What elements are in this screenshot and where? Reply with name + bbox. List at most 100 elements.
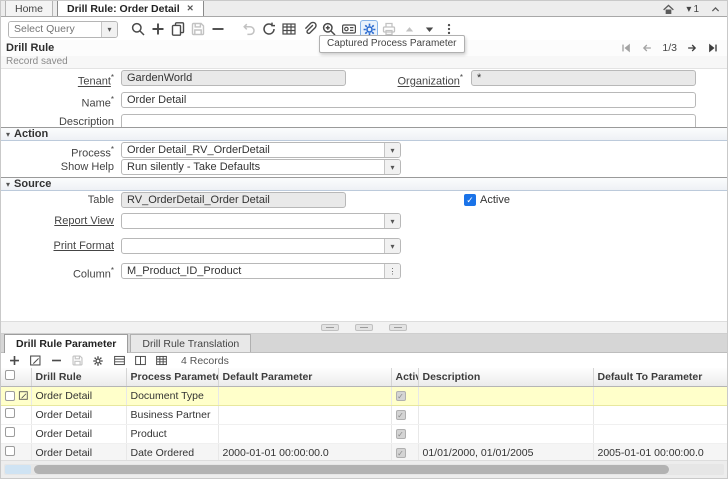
tenant-label[interactable]: Tenant* [1, 70, 114, 90]
record-count: 4 Records [181, 355, 229, 367]
active-cell-checkbox: ✓ [396, 429, 406, 439]
table-label: Table [1, 192, 114, 208]
section-source[interactable]: ▾ Source [1, 177, 727, 191]
tab-drill-rule-order-detail[interactable]: Drill Rule: Order Detail ✕ [57, 0, 204, 16]
grid-row-3[interactable]: Order Detail Product ✓ [1, 424, 728, 443]
detail-save-icon[interactable] [70, 354, 84, 368]
tab-home[interactable]: Home [5, 0, 53, 16]
show-help-dropdown-button[interactable]: ▾ [384, 160, 400, 174]
new-record-icon[interactable] [149, 20, 167, 38]
detail-process-gear-icon[interactable] [91, 354, 105, 368]
print-format-dropdown-button[interactable]: ▾ [384, 239, 400, 253]
section-collapse-icon: ▾ [6, 180, 10, 189]
save-record-icon[interactable] [189, 20, 207, 38]
select-query-dropdown-button[interactable]: ▾ [101, 22, 117, 37]
attachment-icon[interactable] [300, 20, 318, 38]
detail-split-view-icon[interactable] [133, 354, 147, 368]
previous-record-icon[interactable] [641, 42, 653, 54]
next-record-icon[interactable] [686, 42, 698, 54]
col-process-parameter[interactable]: Process Parameter [126, 368, 218, 386]
detail-tab-strip: Drill Rule Parameter Drill Rule Translat… [1, 334, 727, 353]
tab-drill-rule-translation[interactable]: Drill Rule Translation [130, 334, 251, 352]
parameter-grid: Drill Rule Process Parameter Default Par… [1, 368, 728, 463]
grid-row-2[interactable]: Order Detail Business Partner ✓ [1, 405, 728, 424]
active-checkbox-wrap: ✓ Active [464, 192, 510, 208]
grid-toggle-icon[interactable] [280, 20, 298, 38]
show-help-label: Show Help [1, 159, 114, 175]
row-checkbox[interactable] [5, 427, 15, 437]
desktop-selector[interactable]: ▾ 1 [686, 4, 699, 15]
tab-drill-rule-parameter[interactable]: Drill Rule Parameter [4, 334, 128, 353]
print-format-dropdown[interactable]: ▾ [121, 238, 401, 254]
active-checkbox[interactable]: ✓ [464, 194, 476, 206]
last-record-icon[interactable] [707, 42, 719, 54]
show-help-dropdown[interactable]: Run silently - Take Defaults ▾ [121, 159, 401, 175]
active-cell-checkbox: ✓ [396, 448, 406, 458]
window-tab-bar: Home Drill Rule: Order Detail ✕ ▾ 1 [1, 1, 727, 17]
print-format-label[interactable]: Print Format [1, 238, 114, 254]
organization-label[interactable]: Organization* [331, 70, 463, 90]
grid-row-1[interactable]: Order Detail Document Type ✓ [1, 386, 728, 405]
select-all-checkbox[interactable] [5, 370, 15, 380]
splitter-drag-handle[interactable] [355, 324, 373, 331]
status-message: Record saved [1, 56, 727, 69]
first-record-icon[interactable] [620, 42, 632, 54]
splitter-collapse-up-handle[interactable] [321, 324, 339, 331]
tooltip-captured-process-parameter: Captured Process Parameter [319, 35, 465, 53]
column-label: Column* [1, 263, 114, 283]
find-record-icon[interactable] [129, 20, 147, 38]
active-cell-checkbox: ✓ [396, 410, 406, 420]
select-query-input[interactable] [9, 22, 101, 37]
splitter-collapse-down-handle[interactable] [389, 324, 407, 331]
col-drill-rule[interactable]: Drill Rule [31, 368, 126, 386]
detail-new-icon[interactable] [7, 354, 21, 368]
col-default-parameter[interactable]: Default Parameter [218, 368, 391, 386]
row-checkbox[interactable] [5, 391, 15, 401]
section-collapse-icon: ▾ [6, 130, 10, 139]
application-window: Home Drill Rule: Order Detail ✕ ▾ 1 ▾ [0, 0, 728, 479]
delete-record-icon[interactable] [209, 20, 227, 38]
report-view-dropdown-button[interactable]: ▾ [384, 214, 400, 228]
detail-delete-icon[interactable] [49, 354, 63, 368]
col-default-to-parameter[interactable]: Default To Parameter [593, 368, 728, 386]
report-view-label[interactable]: Report View [1, 213, 114, 229]
undo-icon[interactable] [240, 20, 258, 38]
pane-splitter[interactable] [1, 321, 727, 334]
name-field[interactable] [121, 92, 696, 108]
record-navigation: 1/3 [620, 40, 719, 56]
col-active[interactable]: Active [391, 368, 418, 386]
table-field[interactable]: RV_OrderDetail_Order Detail [121, 192, 346, 208]
grid-hscrollbar-track[interactable] [4, 464, 724, 475]
row-edit-icon[interactable] [18, 390, 29, 401]
row-checkbox[interactable] [5, 408, 15, 418]
home-icon[interactable] [662, 3, 675, 16]
column-field[interactable]: M_Product_ID_Product ⋮ [121, 263, 401, 279]
detail-grid-view-icon[interactable] [154, 354, 168, 368]
desktop-count: 1 [693, 4, 699, 15]
process-dropdown[interactable]: Order Detail_RV_OrderDetail ▾ [121, 142, 401, 158]
process-dropdown-button[interactable]: ▾ [384, 143, 400, 157]
column-more-button[interactable]: ⋮ [384, 264, 400, 278]
report-view-dropdown[interactable]: ▾ [121, 213, 401, 229]
copy-record-icon[interactable] [169, 20, 187, 38]
col-description[interactable]: Description [418, 368, 593, 386]
page-title: Drill Rule [6, 42, 54, 54]
organization-field[interactable]: * [471, 70, 696, 86]
section-action[interactable]: ▾ Action [1, 127, 727, 141]
tab-home-label: Home [15, 3, 43, 15]
refresh-icon[interactable] [260, 20, 278, 38]
detail-list-view-icon[interactable] [112, 354, 126, 368]
select-all-header[interactable] [1, 368, 31, 386]
grid-hscrollbar-area [1, 460, 727, 478]
select-query-combo[interactable]: ▾ [8, 21, 118, 38]
grid-hscrollbar-thumb[interactable] [34, 465, 669, 474]
caret-down-icon: ▾ [686, 4, 691, 15]
collapse-header-icon[interactable] [710, 4, 721, 15]
tenant-field[interactable]: GardenWorld [121, 70, 346, 86]
window-controls: ▾ 1 [662, 1, 721, 17]
detail-edit-icon[interactable] [28, 354, 42, 368]
close-icon[interactable]: ✕ [187, 3, 194, 14]
grid-frozen-column-segment [5, 465, 31, 474]
record-position: 1/3 [662, 42, 677, 54]
row-checkbox[interactable] [5, 446, 15, 456]
